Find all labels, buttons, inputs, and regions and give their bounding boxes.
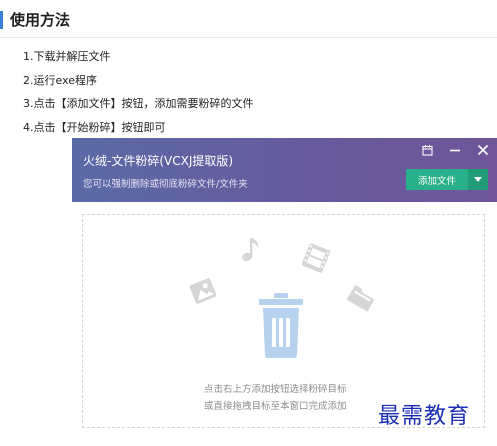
hint-line-2: 或直接拖拽目标至本窗口完成添加: [204, 401, 347, 412]
step-item: 1.下载并解压文件: [23, 50, 111, 63]
section-title: 使用方法: [10, 11, 71, 29]
add-file-button[interactable]: 添加文件: [406, 169, 468, 190]
pin-button[interactable]: [416, 140, 438, 160]
close-icon: [477, 144, 489, 156]
step-item: 2.运行exe程序: [23, 73, 98, 87]
step-item: 3.点击【添加文件】按钮，添加需要粉碎的文件: [23, 97, 254, 110]
music-note-icon: [242, 238, 259, 262]
folder-icon: [346, 284, 375, 312]
hint-line-1: 点击右上方添加按钮选择粉碎目标: [204, 384, 347, 395]
app-title: 火绒-文件粉碎(VCXJ提取版): [83, 154, 234, 168]
drop-zone[interactable]: 点击右上方添加按钮选择粉碎目标 或直接拖拽目标至本窗口完成添加: [82, 214, 485, 428]
minimize-button[interactable]: [444, 140, 466, 160]
close-button[interactable]: [472, 140, 494, 160]
steps-list: 1.下载并解压文件 2.运行exe程序 3.点击【添加文件】按钮，添加需要粉碎的…: [23, 50, 254, 144]
watermark-logo: 最需教育: [378, 404, 471, 429]
film-file-icon: [301, 243, 331, 273]
app-subtitle: 您可以强制删除或彻底粉碎文件/文件夹: [83, 179, 248, 190]
dropdown-arrow-icon: [474, 176, 482, 182]
pin-icon: [421, 144, 433, 156]
app-header: 火绒-文件粉碎(VCXJ提取版) 您可以强制删除或彻底粉碎文件/文件夹 添加文件: [72, 138, 497, 202]
image-file-icon: [189, 278, 217, 304]
trash-icon: [259, 293, 303, 358]
section-header: 使用方法: [0, 0, 497, 38]
add-file-dropdown[interactable]: [468, 169, 488, 190]
minimize-icon: [450, 149, 460, 152]
section-accent-bar: [0, 11, 3, 29]
